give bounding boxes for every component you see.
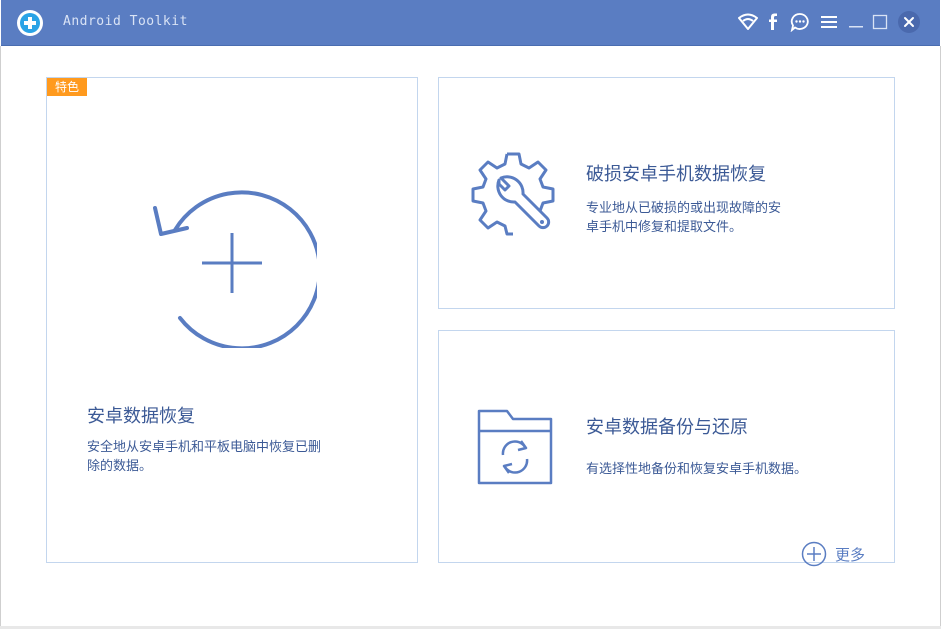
- window-left-edge: [0, 46, 1, 626]
- more-button[interactable]: 更多: [801, 541, 865, 567]
- broken-desc-line-2: 卓手机中修复和提取文件。: [586, 220, 743, 235]
- app-logo-icon: [17, 10, 43, 36]
- backup-card-title: 安卓数据备份与还原: [586, 417, 748, 438]
- broken-card-title: 破损安卓手机数据恢复: [586, 164, 766, 185]
- plus-circle-icon: [801, 541, 827, 567]
- android-data-recovery-card[interactable]: 特色 安卓数据恢复 安全地从安卓手机和平板电脑中恢复已删 除的数据。: [46, 77, 418, 563]
- maximize-icon: [872, 14, 888, 30]
- broken-card-description: 专业地从已破损的或出现故障的安 卓手机中修复和提取文件。: [586, 199, 781, 237]
- broken-android-recovery-card[interactable]: 破损安卓手机数据恢复 专业地从已破损的或出现故障的安 卓手机中修复和提取文件。: [438, 77, 895, 309]
- close-icon: [898, 11, 920, 33]
- minimize-button[interactable]: [846, 12, 866, 32]
- recover-desc-line-2: 除的数据。: [87, 459, 153, 474]
- maximize-button[interactable]: [870, 12, 890, 32]
- backup-restore-card[interactable]: 安卓数据备份与还原 有选择性地备份和恢复安卓手机数据。: [438, 330, 895, 563]
- folder-sync-icon: [477, 409, 553, 485]
- recover-plus-icon: [153, 190, 317, 348]
- backup-card-description: 有选择性地备份和恢复安卓手机数据。: [586, 462, 808, 477]
- featured-badge: 特色: [47, 78, 88, 96]
- chat-button[interactable]: [790, 12, 810, 32]
- wifi-button[interactable]: [738, 12, 758, 32]
- gear-wrench-icon: [471, 152, 555, 236]
- chat-icon: [790, 13, 809, 32]
- recover-card-title: 安卓数据恢复: [87, 406, 195, 427]
- menu-icon: [821, 16, 837, 28]
- recover-card-description: 安全地从安卓手机和平板电脑中恢复已删 除的数据。: [87, 438, 321, 476]
- close-button[interactable]: [897, 10, 921, 34]
- minimize-icon: [849, 26, 863, 28]
- menu-button[interactable]: [819, 12, 839, 32]
- title-bar: Android Toolkit: [1, 0, 940, 46]
- recover-desc-line-1: 安全地从安卓手机和平板电脑中恢复已删: [87, 440, 322, 455]
- more-label: 更多: [835, 545, 866, 564]
- app-title: Android Toolkit: [63, 14, 188, 29]
- broken-desc-line-1: 专业地从已破损的或出现故障的安: [586, 201, 782, 216]
- facebook-icon: [769, 13, 777, 30]
- wifi-icon: [738, 13, 758, 30]
- facebook-button[interactable]: [763, 12, 783, 32]
